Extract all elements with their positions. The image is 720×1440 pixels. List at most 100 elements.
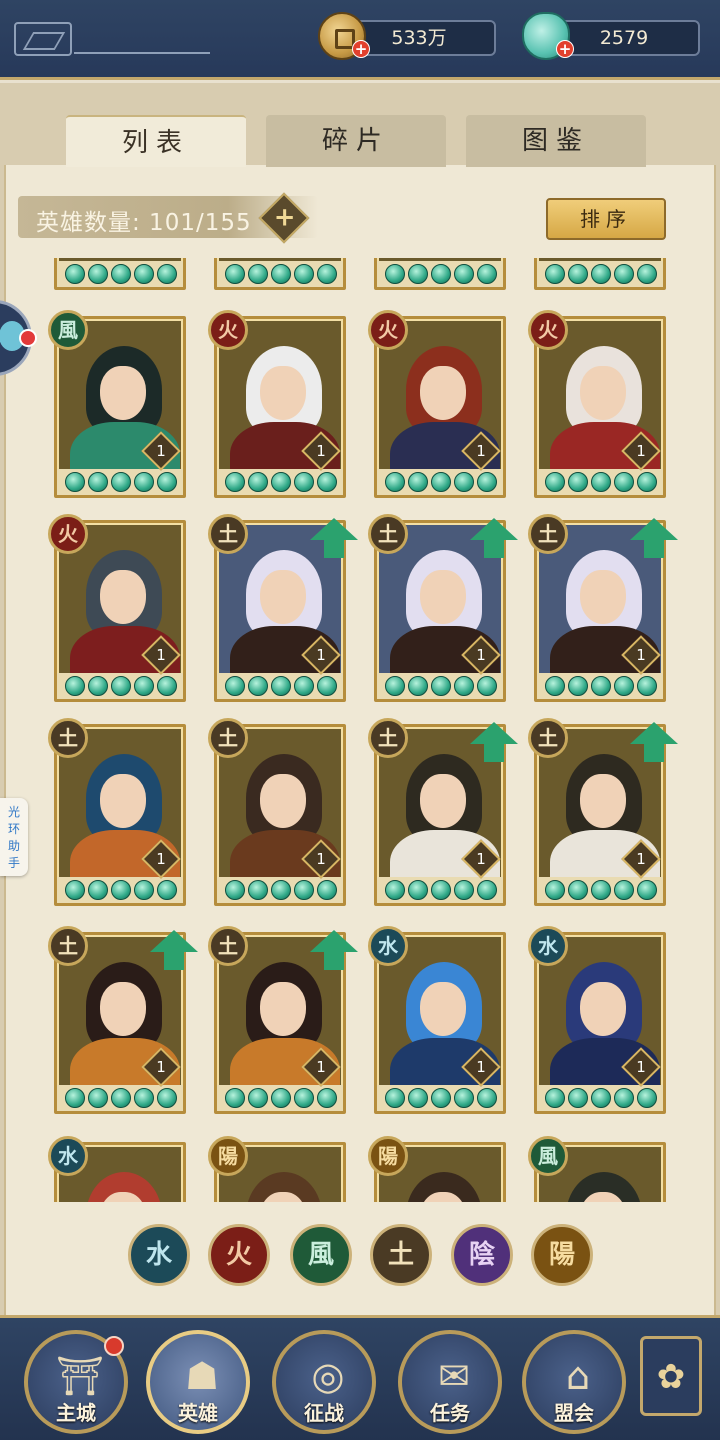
- filter-water-button[interactable]: 水: [128, 1224, 190, 1286]
- element-earth-icon: 土: [48, 718, 88, 758]
- star-orb-icon: [157, 472, 177, 492]
- star-orb-icon: [637, 472, 657, 492]
- star-orb-icon: [431, 1088, 451, 1108]
- level-value: 1: [156, 442, 166, 460]
- star-orb-icon: [111, 1088, 131, 1108]
- star-orb-icon: [65, 880, 85, 900]
- star-orb-icon: [568, 1088, 588, 1108]
- tab-codex[interactable]: 图鉴: [466, 115, 646, 167]
- star-bar: [377, 673, 503, 699]
- hero-face: [580, 774, 626, 828]
- star-orb-icon: [157, 1088, 177, 1108]
- star-orb-icon: [317, 472, 337, 492]
- hero-portrait-icon: ☗: [184, 1354, 220, 1398]
- coin-value: 533万: [391, 27, 447, 49]
- level-value: 1: [476, 1058, 486, 1076]
- element-earth-icon: 土: [208, 926, 248, 966]
- notification-dot: [104, 1336, 124, 1356]
- nav-item-1[interactable]: ⛩ 主城: [24, 1330, 128, 1434]
- hero-face: [580, 366, 626, 420]
- element-earth-icon: 土: [368, 514, 408, 554]
- tab-list[interactable]: 列表: [66, 115, 246, 167]
- jade-value: 2579: [599, 27, 649, 49]
- element-water-icon: 水: [48, 1136, 88, 1176]
- filter-yin-button[interactable]: 陰: [451, 1224, 513, 1286]
- star-orb-icon: [385, 1088, 405, 1108]
- star-orb-icon: [65, 264, 85, 284]
- side-helper-tab[interactable]: 光环助手: [0, 798, 28, 876]
- star-orb-icon: [545, 472, 565, 492]
- menu-button[interactable]: ✿: [640, 1336, 702, 1416]
- star-orb-icon: [454, 880, 474, 900]
- star-orb-icon: [614, 880, 634, 900]
- star-orb-icon: [248, 880, 268, 900]
- star-orb-icon: [88, 264, 108, 284]
- star-orb-icon: [591, 1088, 611, 1108]
- star-orb-icon: [431, 880, 451, 900]
- hero-face: [260, 774, 306, 828]
- filter-earth-button[interactable]: 土: [370, 1224, 432, 1286]
- star-orb-icon: [614, 676, 634, 696]
- star-orb-icon: [65, 1088, 85, 1108]
- level-value: 1: [156, 850, 166, 868]
- star-orb-icon: [477, 1088, 497, 1108]
- nav-item-2[interactable]: ☗ 英雄: [146, 1330, 250, 1434]
- guild-hall-icon: ⌂: [565, 1354, 591, 1398]
- filter-fire-button[interactable]: 火: [208, 1224, 270, 1286]
- star-orb-icon: [65, 676, 85, 696]
- nav-item-3[interactable]: ◎ 征战: [272, 1330, 376, 1434]
- star-orb-icon: [134, 676, 154, 696]
- hero-face: [100, 982, 146, 1036]
- element-fire-icon: 火: [208, 310, 248, 350]
- star-bar: [57, 673, 183, 699]
- bottom-nav: ⛩ 主城 ☗ 英雄 ◎ 征战 ✉ 任务 ⌂ 盟会: [0, 1315, 720, 1440]
- nav-item-4[interactable]: ✉ 任务: [398, 1330, 502, 1434]
- top-bar: 533万 + 2579 +: [0, 0, 720, 80]
- star-orb-icon: [545, 1088, 565, 1108]
- hero-card-partial[interactable]: [54, 258, 186, 290]
- element-yang-icon: 陽: [368, 1136, 408, 1176]
- level-value: 1: [476, 850, 486, 868]
- sort-button[interactable]: 排序: [546, 198, 666, 240]
- nav-item-5[interactable]: ⌂ 盟会: [522, 1330, 626, 1434]
- star-bar: [217, 469, 343, 495]
- element-earth-icon: 土: [528, 718, 568, 758]
- upgrade-arrow-icon: [150, 930, 198, 970]
- star-bar: [377, 261, 503, 287]
- star-orb-icon: [225, 472, 245, 492]
- element-fire-icon: 火: [528, 310, 568, 350]
- hero-face: [260, 982, 306, 1036]
- star-orb-icon: [591, 676, 611, 696]
- star-orb-icon: [591, 264, 611, 284]
- level-value: 1: [636, 850, 646, 868]
- star-bar: [217, 1085, 343, 1111]
- star-orb-icon: [317, 1088, 337, 1108]
- element-earth-icon: 土: [48, 926, 88, 966]
- hero-card-partial[interactable]: [534, 258, 666, 290]
- element-earth-icon: 土: [208, 514, 248, 554]
- star-orb-icon: [157, 676, 177, 696]
- filter-yang-button[interactable]: 陽: [531, 1224, 593, 1286]
- star-bar: [57, 1085, 183, 1111]
- filter-wind-button[interactable]: 風: [290, 1224, 352, 1286]
- coin-plus-icon[interactable]: +: [352, 40, 370, 58]
- upgrade-arrow-icon: [630, 722, 678, 762]
- star-orb-icon: [408, 472, 428, 492]
- hero-face: [100, 774, 146, 828]
- star-orb-icon: [88, 676, 108, 696]
- hero-card-partial[interactable]: [374, 258, 506, 290]
- star-bar: [57, 877, 183, 903]
- star-orb-icon: [568, 880, 588, 900]
- hero-grid: 1風1火1火1火1火1土1土1土1土1土1土1土1土1土1水1水水陽陽風: [4, 258, 716, 1202]
- jade-plus-icon[interactable]: +: [556, 40, 574, 58]
- back-logo-icon[interactable]: [14, 22, 72, 56]
- nav-label: 主城: [56, 1401, 96, 1425]
- star-orb-icon: [225, 880, 245, 900]
- star-orb-icon: [477, 472, 497, 492]
- hero-card-partial[interactable]: [214, 258, 346, 290]
- element-yang-icon: 陽: [208, 1136, 248, 1176]
- star-bar: [537, 261, 663, 287]
- star-orb-icon: [637, 1088, 657, 1108]
- tab-fragments[interactable]: 碎片: [266, 115, 446, 167]
- level-value: 1: [316, 850, 326, 868]
